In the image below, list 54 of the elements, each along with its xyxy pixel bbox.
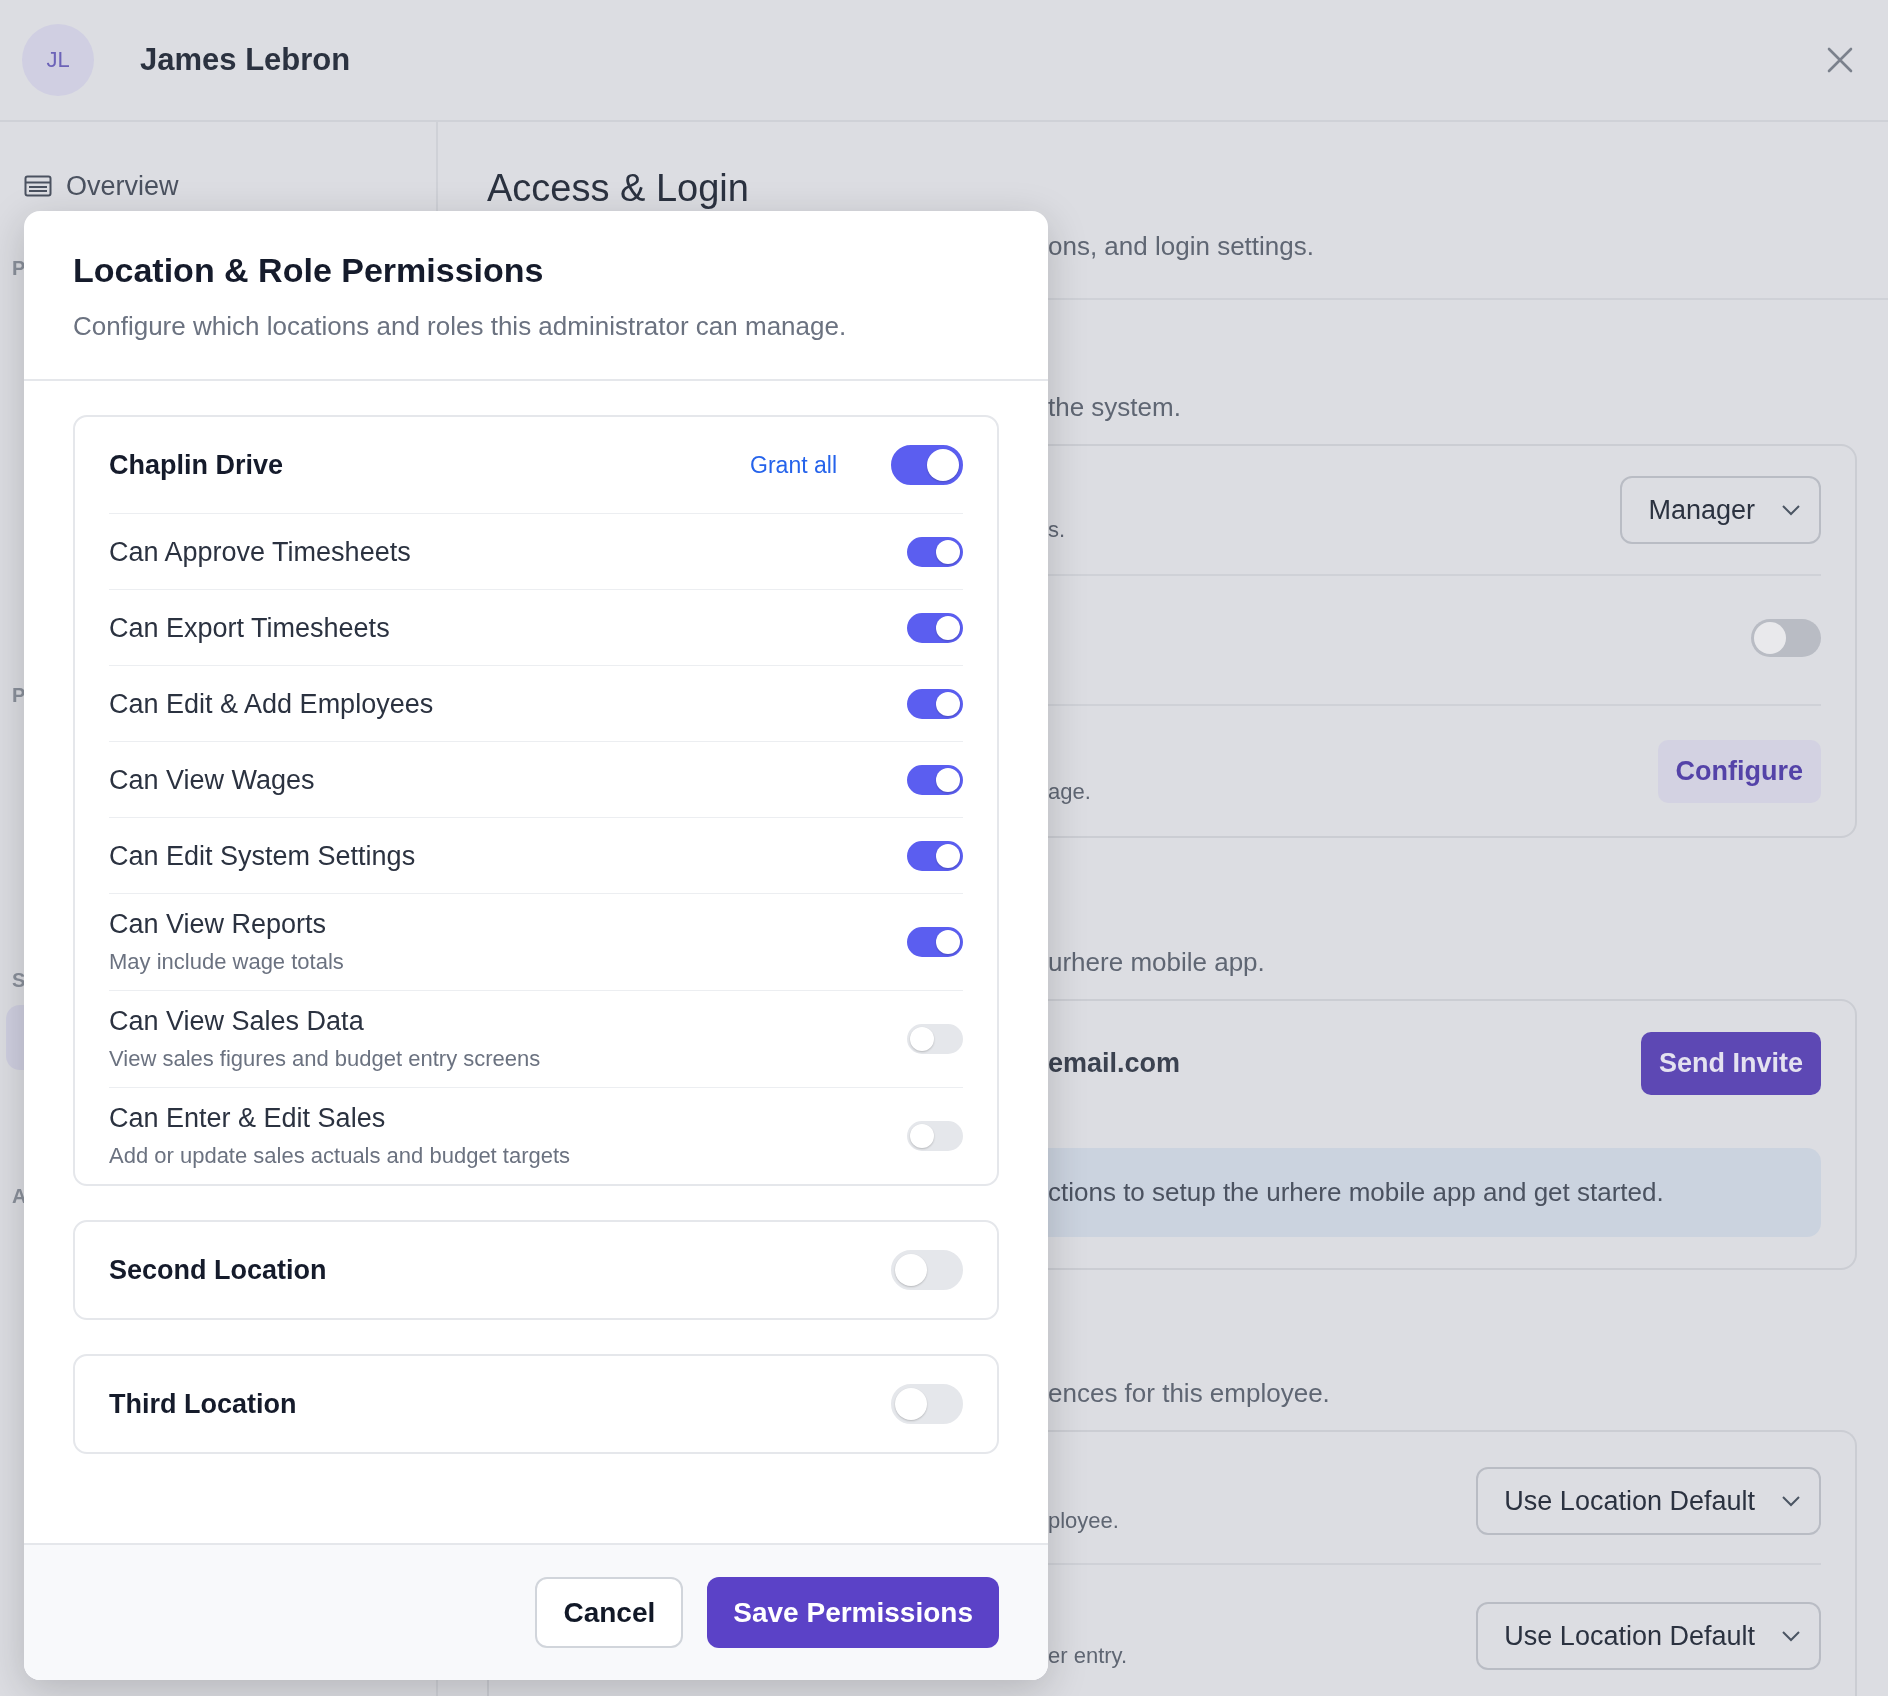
chevron-icon: [1781, 1495, 1801, 1507]
section-description: urhere mobile app.: [1048, 947, 1265, 977]
page-title: Access & Login: [487, 166, 750, 211]
permission-label: Can Enter & Edit Sales: [109, 1102, 387, 1134]
location-name: Chaplin Drive: [109, 449, 285, 481]
setting-note: ployee.: [1048, 1508, 1119, 1533]
setting-note: age.: [1048, 779, 1091, 804]
toggle-switch[interactable]: [907, 688, 963, 719]
dialog-subtitle: Configure which locations and roles this administrator can manage.: [73, 310, 848, 342]
preference-select[interactable]: Use Location Default: [1476, 1602, 1821, 1670]
toggle-switch[interactable]: [907, 536, 963, 567]
permission-label: Can View Reports: [109, 908, 328, 940]
section-description: ences for this employee.: [1048, 1378, 1330, 1408]
permission-hint: Add or update sales actuals and budget targets: [109, 1142, 571, 1170]
email-address: email.com: [1048, 1048, 1181, 1078]
sidebar-heading: P: [11, 683, 26, 707]
setting-note: s.: [1048, 517, 1066, 542]
send-invite-button[interactable]: Send Invite: [1640, 1032, 1821, 1095]
dialog-title: Location & Role Permissions: [73, 250, 545, 291]
permission-hint: View sales figures and budget entry screens: [109, 1045, 541, 1073]
location-name: Third Location: [109, 1388, 298, 1420]
role-select[interactable]: Manager: [1620, 476, 1821, 544]
section-description: the system.: [1048, 392, 1181, 422]
permission-label: Can Edit System Settings: [109, 839, 416, 872]
save-permissions-button[interactable]: Save Permissions: [707, 1577, 999, 1648]
location-name: Second Location: [109, 1254, 328, 1286]
setting-note: er entry.: [1048, 1643, 1128, 1668]
avatar: JL: [22, 24, 94, 96]
cancel-button[interactable]: Cancel: [535, 1577, 684, 1648]
card-icon: [24, 175, 52, 197]
toggle-switch[interactable]: [907, 612, 963, 643]
permission-hint: May include wage totals: [109, 948, 344, 976]
info-text: ctions to setup the urhere mobile app and get started.: [1047, 1177, 1664, 1208]
grant-all-link[interactable]: Grant all: [750, 451, 837, 479]
toggle-switch[interactable]: [1751, 619, 1821, 657]
toggle-switch[interactable]: [907, 840, 963, 871]
sidebar-heading: S: [11, 968, 26, 992]
toggle-switch[interactable]: [907, 764, 963, 795]
configure-button[interactable]: Configure: [1657, 740, 1821, 803]
close-icon[interactable]: [1826, 46, 1854, 74]
permission-label: Can Edit & Add Employees: [109, 687, 434, 720]
sidebar-item[interactable]: Overview: [0, 166, 436, 206]
sidebar-heading: P: [11, 256, 26, 280]
permission-label: Can Approve Timesheets: [109, 535, 411, 568]
chevron-icon: [1781, 1630, 1801, 1642]
preference-select[interactable]: Use Location Default: [1476, 1467, 1821, 1535]
permission-label: Can Export Timesheets: [109, 611, 390, 644]
toggle-switch[interactable]: [891, 445, 963, 485]
page-subtitle: ons, and login settings.: [1048, 231, 1314, 261]
toggle-switch[interactable]: [907, 927, 963, 957]
chevron-icon: [1781, 504, 1801, 516]
employee-name: James Lebron: [140, 42, 351, 78]
permission-label: Can View Wages: [109, 763, 315, 796]
permission-label: Can View Sales Data: [109, 1005, 365, 1037]
